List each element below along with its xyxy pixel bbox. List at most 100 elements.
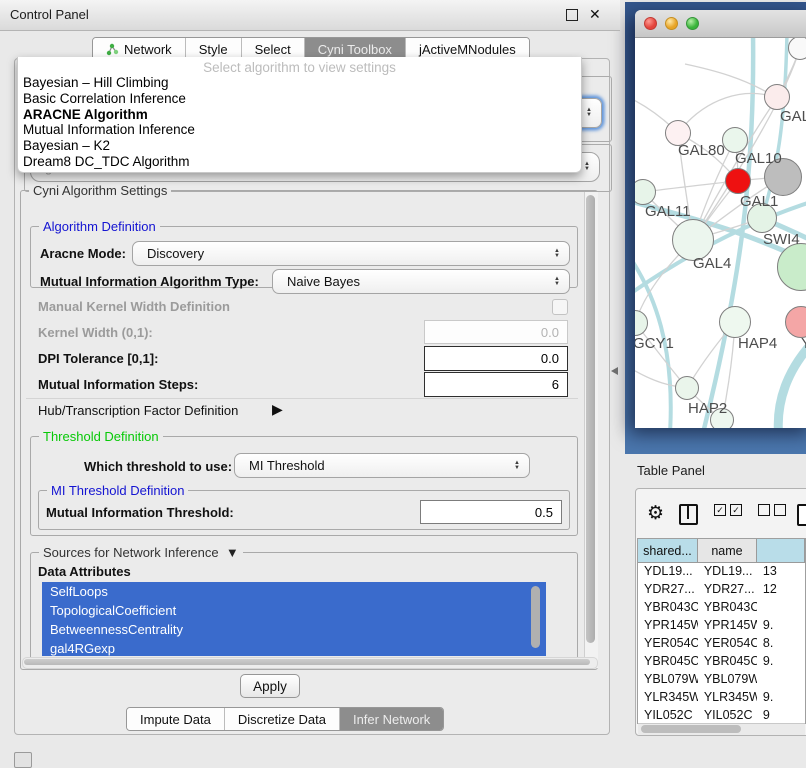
network-node[interactable] — [675, 376, 699, 400]
node-label-gal: GAL — [780, 108, 806, 125]
table-row[interactable]: YPR145WYPR145W9. — [638, 616, 805, 634]
table-cell: YBL079W — [638, 670, 698, 688]
dpi-tolerance-field[interactable]: 0.0 — [424, 346, 568, 371]
mi-steps-label: Mutual Information Steps: — [38, 377, 198, 392]
column-header-name[interactable]: name — [698, 539, 757, 562]
network-node[interactable] — [764, 84, 790, 110]
table-cell: YLR345W — [698, 688, 757, 706]
table-cell: YDR27... — [698, 580, 757, 598]
sources-group-title: Sources for Network Inference ▼ — [39, 545, 243, 560]
table-cell: YBR043C — [698, 598, 757, 616]
table-row[interactable]: YIL052CYIL052C9 — [638, 706, 805, 724]
network-node[interactable] — [725, 168, 751, 194]
kernel-width-value: 0.0 — [541, 325, 559, 340]
algorithm-option-mutual-information-inference[interactable]: Mutual Information Inference — [21, 122, 578, 138]
table-row[interactable]: YDR27...YDR27...12 — [638, 580, 805, 598]
network-canvas[interactable]: GALGAL80GAL10GAL11GAL1SWI4GAL4GCY1HAP4YH… — [635, 38, 806, 428]
network-view-window: GALGAL80GAL10GAL11GAL1SWI4GAL4GCY1HAP4YH… — [635, 10, 806, 428]
tab-impute-data[interactable]: Impute Data — [127, 708, 225, 730]
dpi-tolerance-label: DPI Tolerance [0,1]: — [38, 351, 158, 366]
column-header-2[interactable] — [757, 539, 805, 562]
checkbox-empty-icon — [758, 504, 770, 516]
mi-steps-field[interactable]: 6 — [424, 372, 568, 397]
table-row[interactable]: YBR045CYBR045C9. — [638, 652, 805, 670]
minimize-traffic-light-icon[interactable] — [665, 17, 678, 30]
table-row[interactable]: YBL079WYBL079W — [638, 670, 805, 688]
cyni-algorithm-settings-title: Cyni Algorithm Settings — [29, 183, 171, 198]
table-body: YDL19...YDL19...13YDR27...YDR27...12YBR0… — [638, 562, 805, 724]
hub-definition-label[interactable]: Hub/Transcription Factor Definition — [38, 403, 238, 418]
data-attribute-selfloops[interactable]: SelfLoops — [42, 582, 546, 601]
algorithm-popup-list: Bayesian – Hill ClimbingBasic Correlatio… — [21, 75, 578, 170]
close-traffic-light-icon[interactable] — [644, 17, 657, 30]
algorithm-option-aracne-algorithm[interactable]: ARACNE Algorithm — [21, 107, 578, 123]
apply-button-label: Apply — [253, 679, 287, 694]
checkbox-checked-icon: ✓ — [714, 504, 726, 516]
gear-icon[interactable]: ⚙ — [647, 504, 664, 523]
columns-icon[interactable] — [679, 504, 698, 525]
which-threshold-combo[interactable]: MI Threshold ▲▼ — [234, 453, 530, 478]
table-row[interactable]: YDL19...YDL19...13 — [638, 562, 805, 580]
table-cell: YER054C — [698, 634, 757, 652]
mi-algorithm-type-combo[interactable]: Naive Bayes ▲▼ — [272, 269, 570, 294]
manual-kernel-width-checkbox[interactable] — [552, 299, 568, 315]
tab-select-label: Select — [255, 42, 291, 57]
zoom-traffic-light-icon[interactable] — [686, 17, 699, 30]
checked-boxes-icon[interactable]: ✓ ✓ — [714, 504, 742, 516]
node-label-gcy1: GCY1 — [635, 335, 674, 352]
table-cell: YBR045C — [638, 652, 698, 670]
sources-title-text: Sources for Network Inference — [43, 545, 219, 560]
network-window-titlebar[interactable] — [635, 10, 806, 38]
collapse-arrow-icon[interactable]: ▼ — [222, 545, 238, 560]
algorithm-option-dream8-dc-tdc-algorithm[interactable]: Dream8 DC_TDC Algorithm — [21, 154, 578, 170]
tab-infer-network-label: Infer Network — [353, 712, 430, 727]
algorithm-option-basic-correlation-inference[interactable]: Basic Correlation Inference — [21, 91, 578, 107]
kernel-width-field[interactable]: 0.0 — [424, 320, 568, 344]
table-cell: 12 — [757, 580, 805, 598]
tab-cyni-toolbox-label: Cyni Toolbox — [318, 42, 392, 57]
algorithm-definition-title: Algorithm Definition — [39, 219, 160, 234]
settings-hscroll-thumb[interactable] — [24, 659, 590, 665]
table-hscroll-thumb[interactable] — [641, 725, 741, 733]
mi-threshold-label: Mutual Information Threshold: — [46, 505, 234, 520]
algorithm-option-bayesian-k2[interactable]: Bayesian – K2 — [21, 138, 578, 154]
data-attribute-gal4rgexp[interactable]: gal4RGexp — [42, 639, 546, 656]
algorithm-option-bayesian-hill-climbing[interactable]: Bayesian – Hill Climbing — [21, 75, 578, 91]
tab-discretize-data[interactable]: Discretize Data — [225, 708, 340, 730]
data-attributes-list[interactable]: SelfLoopsTopologicalCoefficientBetweenne… — [42, 582, 546, 656]
column-header-shared-[interactable]: shared... — [638, 539, 698, 562]
table-cell: 8. — [757, 634, 805, 652]
unchecked-boxes-icon[interactable] — [758, 504, 786, 516]
combo-arrows-icon: ▲▼ — [586, 108, 592, 118]
cursor-icon — [611, 367, 618, 375]
control-panel-titlebar[interactable]: Control Panel ✕ — [0, 0, 620, 31]
checkbox-checked-icon: ✓ — [730, 504, 742, 516]
threshold-definition-title: Threshold Definition — [39, 429, 163, 444]
settings-vscroll-thumb[interactable] — [586, 195, 595, 643]
table-row[interactable]: YBR043CYBR043C — [638, 598, 805, 616]
expand-arrow-icon[interactable]: ▶ — [272, 401, 283, 418]
data-attribute-topologicalcoefficient[interactable]: TopologicalCoefficient — [42, 601, 546, 620]
combo-arrows-icon: ▲▼ — [514, 461, 520, 471]
aracne-mode-value: Discovery — [147, 246, 204, 261]
network-icon — [106, 43, 119, 56]
table-cell: 9. — [757, 616, 805, 634]
apply-button[interactable]: Apply — [240, 674, 300, 698]
tab-network-label: Network — [124, 42, 172, 57]
table-row[interactable]: YER054CYER054C8. — [638, 634, 805, 652]
mi-threshold-field[interactable]: 0.5 — [420, 500, 562, 524]
network-node[interactable] — [719, 306, 751, 338]
document-icon[interactable] — [797, 504, 806, 526]
attr-list-vscroll-thumb[interactable] — [531, 586, 540, 648]
float-window-icon[interactable] — [566, 9, 578, 21]
data-attribute-betweennesscentrality[interactable]: BetweennessCentrality — [42, 620, 546, 639]
table-cell: YPR145W — [698, 616, 757, 634]
aracne-mode-combo[interactable]: Discovery ▲▼ — [132, 241, 570, 266]
close-icon[interactable]: ✕ — [589, 6, 601, 23]
table-row[interactable]: YLR345WYLR345W9. — [638, 688, 805, 706]
table-cell: YBR045C — [698, 652, 757, 670]
table-cell: YDL19... — [638, 562, 698, 580]
node-attribute-table[interactable]: shared...name YDL19...YDL19...13YDR27...… — [637, 538, 806, 724]
tab-infer-network[interactable]: Infer Network — [340, 708, 443, 730]
tab-style-label: Style — [199, 42, 228, 57]
